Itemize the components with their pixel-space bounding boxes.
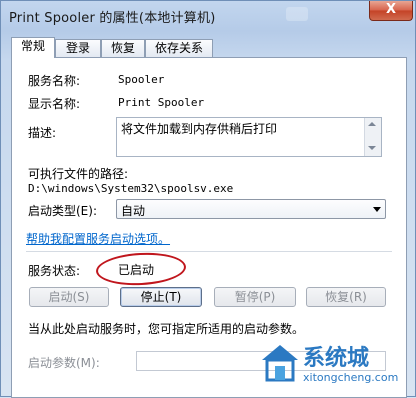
- divider: [26, 251, 392, 252]
- start-params-hint: 当从此处启动服务时，您可指定所适用的启动参数。: [28, 322, 305, 336]
- close-button[interactable]: X: [369, 1, 413, 21]
- tab-general[interactable]: 常规: [11, 37, 55, 58]
- house-logo-icon: [262, 345, 298, 382]
- tab-recovery[interactable]: 恢复: [101, 39, 145, 57]
- blurred-background-text: [286, 7, 308, 21]
- watermark-chinese: 系统城: [303, 346, 370, 371]
- startup-type-select[interactable]: 自动: [116, 199, 386, 219]
- service-name-value: Spooler: [118, 73, 165, 86]
- description-scrollbar[interactable]: [364, 118, 381, 156]
- properties-window: Print Spooler 的属性(本地计算机) X 常规 登录 恢复 依存关系…: [0, 0, 416, 398]
- exe-path-label: 可执行文件的路径:: [28, 167, 129, 181]
- service-name-label: 服务名称:: [28, 74, 81, 88]
- title-bar[interactable]: Print Spooler 的属性(本地计算机) X: [1, 1, 416, 31]
- description-text: 将文件加载到内存供稍后打印: [121, 122, 278, 136]
- display-name-label: 显示名称:: [28, 97, 81, 111]
- display-name-value: Print Spooler: [118, 96, 205, 109]
- pause-button[interactable]: 暂停(P): [214, 287, 296, 307]
- startup-type-value: 自动: [121, 204, 146, 218]
- stop-button[interactable]: 停止(T): [120, 287, 202, 307]
- description-box[interactable]: 将文件加载到内存供稍后打印: [116, 117, 382, 157]
- resume-button[interactable]: 恢复(R): [306, 287, 386, 307]
- start-params-label: 启动参数(M):: [28, 356, 100, 370]
- tab-logon[interactable]: 登录: [55, 39, 101, 57]
- startup-type-label: 启动类型(E):: [28, 204, 97, 218]
- description-label: 描述:: [28, 126, 57, 140]
- scroll-up-icon[interactable]: [368, 122, 376, 126]
- start-button[interactable]: 启动(S): [29, 287, 109, 307]
- help-configure-link[interactable]: 帮助我配置服务启动选项。: [26, 230, 170, 247]
- tab-dependencies[interactable]: 依存关系: [145, 39, 213, 57]
- service-status-label: 服务状态:: [28, 264, 81, 278]
- chevron-down-icon: [373, 207, 381, 212]
- scroll-down-icon[interactable]: [368, 146, 376, 150]
- site-watermark: 系统城 xitongcheng.com: [259, 338, 409, 392]
- watermark-url: xitongcheng.com: [303, 371, 399, 384]
- window-title: Print Spooler 的属性(本地计算机): [9, 11, 216, 26]
- highlight-circle: [95, 250, 187, 288]
- exe-path-value: D:\windows\System32\spoolsv.exe: [28, 182, 234, 195]
